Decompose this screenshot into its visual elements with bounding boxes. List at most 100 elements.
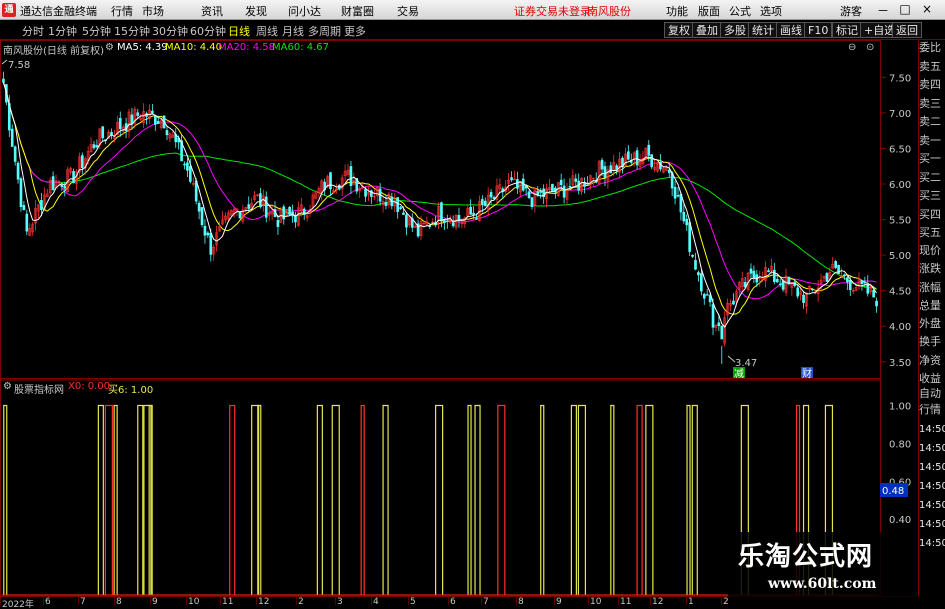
date-tick-label: 7 — [80, 597, 86, 607]
period-30min[interactable]: 30分钟 — [152, 23, 188, 39]
candle-down — [834, 261, 837, 268]
date-tick-mark: | — [617, 596, 621, 606]
app-logo-icon: 通 — [2, 3, 16, 17]
quote-label: 卖三 — [919, 97, 941, 110]
draw-line-button[interactable]: 画线 — [776, 22, 806, 38]
watermark-url: www.60lt.com — [768, 576, 877, 592]
date-tick-label: 3 — [337, 597, 343, 607]
quote-label: 买二 — [919, 171, 941, 184]
date-tick-label: 6 — [45, 597, 51, 607]
period-fenshi[interactable]: 分时 — [22, 23, 44, 39]
back-button[interactable]: 返回 — [892, 22, 922, 38]
minimize-icon[interactable]: － — [874, 2, 892, 19]
price-axis-label: 5.00 — [889, 251, 911, 262]
low-marker-pointer — [727, 355, 736, 363]
candle-down — [10, 128, 14, 147]
candle-down — [685, 218, 689, 226]
quote-label: 现价 — [919, 244, 941, 257]
maximize-icon[interactable]: □ — [896, 2, 914, 16]
multi-stock-button[interactable]: 多股 — [720, 22, 750, 38]
indicator-axis: 1.000.800.600.40 — [889, 401, 911, 526]
menu-zixun[interactable]: 资讯 — [201, 3, 223, 19]
quote-time: 14:50 — [919, 500, 945, 511]
f10-button[interactable]: F10 — [804, 22, 833, 38]
login-notice[interactable]: 证券交易未登录 — [514, 3, 591, 19]
period-60min[interactable]: 60分钟 — [190, 23, 226, 39]
date-tick-mark: | — [685, 596, 689, 606]
quote-label: 收益 — [919, 372, 941, 385]
menu-wenxiaoda[interactable]: 问小达 — [288, 3, 321, 19]
gear-icon[interactable]: ⚙ — [105, 42, 114, 53]
date-tick-label: 12 — [652, 597, 664, 607]
period-monthly[interactable]: 月线 — [282, 23, 304, 39]
quote-label[interactable]: 自动 — [919, 386, 945, 402]
period-15min[interactable]: 15分钟 — [114, 23, 150, 39]
candle-down — [875, 300, 878, 307]
date-tick-mark: | — [334, 596, 338, 606]
candle-down — [22, 205, 26, 211]
high-marker: 7.58 — [8, 60, 30, 71]
price-chart-title: 南风股份(日线 前复权) — [3, 46, 104, 57]
period-daily[interactable]: 日线 — [228, 23, 250, 39]
period-multi[interactable]: 多周期 — [308, 23, 341, 39]
mark-button[interactable]: 标记 — [832, 22, 862, 38]
candle-down — [16, 162, 20, 180]
candle-down — [483, 200, 487, 207]
date-tick-mark: | — [587, 596, 591, 606]
candle-down — [329, 172, 332, 190]
candle-down — [781, 280, 785, 290]
signal-pulse — [382, 404, 389, 595]
fuquan-button[interactable]: 复权 — [664, 22, 694, 38]
candle-down — [810, 288, 814, 291]
indicator-axis-label: 0.80 — [889, 439, 911, 450]
candle-down — [80, 155, 84, 169]
period-more[interactable]: 更多 — [344, 23, 366, 39]
ma60-path — [3, 82, 877, 289]
period-weekly[interactable]: 周线 — [256, 23, 278, 39]
signal-pulse — [104, 404, 113, 595]
close-icon[interactable]: × — [918, 2, 936, 16]
price-axis-label: 3.50 — [889, 358, 911, 369]
candle-down — [667, 169, 671, 174]
quote-label[interactable]: 行情 — [919, 402, 945, 418]
chart-zoom-icon[interactable]: ⊖ — [848, 42, 856, 53]
menu-faxian[interactable]: 发现 — [245, 3, 267, 19]
candle-down — [673, 186, 677, 199]
candle-down — [445, 220, 449, 222]
menu-banmian[interactable]: 版面 — [698, 3, 720, 19]
date-tick-label: 10 — [188, 597, 200, 607]
candle-down — [183, 163, 186, 166]
menu-xuanxiang[interactable]: 选项 — [760, 3, 782, 19]
stats-button[interactable]: 统计 — [748, 22, 778, 38]
signal-pulse — [577, 404, 587, 595]
period-5min[interactable]: 5分钟 — [82, 23, 111, 39]
price-chart[interactable]: 7.50 7.00 6.50 6.00 5.50 5.00 4.50 4.00 3.50 7.5… — [0, 40, 918, 596]
menu-hangqing[interactable]: 行情 — [111, 3, 133, 19]
menu-shichang[interactable]: 市场 — [142, 3, 164, 19]
signal-pulse — [497, 404, 506, 595]
candle-down — [209, 233, 213, 255]
chart-options-icon[interactable]: ⊙ — [866, 42, 874, 53]
candle-down — [682, 212, 686, 222]
menu-gongneng[interactable]: 功能 — [666, 3, 688, 19]
period-1min[interactable]: 1分钟 — [48, 23, 77, 39]
candle-down — [203, 225, 207, 236]
menu-gongshi[interactable]: 公式 — [729, 3, 751, 19]
date-tick-label: 11 — [620, 597, 632, 607]
overlay-button[interactable]: 叠加 — [692, 22, 722, 38]
date-tick-label: 8 — [518, 597, 524, 607]
signal-pulse — [113, 404, 118, 595]
candle-down — [510, 177, 513, 181]
candle-down — [705, 294, 709, 296]
quote-label: 总量 — [919, 299, 941, 312]
candle-down — [259, 193, 262, 208]
menu-jiaoyi[interactable]: 交易 — [397, 3, 419, 19]
guest-label[interactable]: 游客 — [840, 3, 862, 19]
date-tick-label: 1 — [688, 597, 694, 607]
indicator-gear-icon[interactable]: ⚙ — [3, 381, 12, 392]
candle-down — [691, 254, 694, 257]
candle-down — [13, 146, 17, 162]
ma10-label: MA10: 4.40 — [165, 42, 223, 53]
menu-caifuquan[interactable]: 财富圈 — [341, 3, 374, 19]
candle-down — [2, 78, 5, 83]
